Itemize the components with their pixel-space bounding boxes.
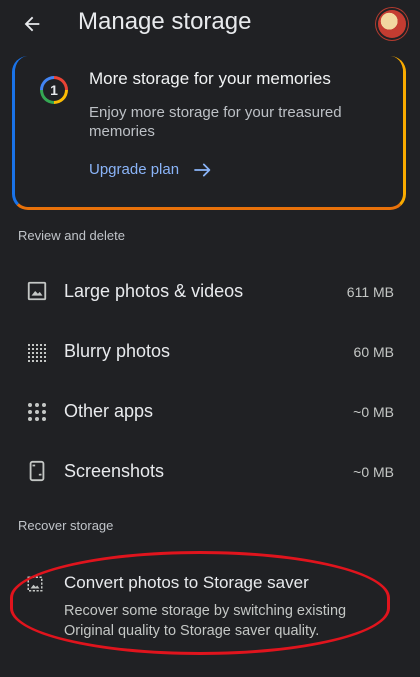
screenshot-icon (29, 460, 45, 482)
list-item-screenshots[interactable]: Screenshots ~0 MB (0, 452, 420, 496)
item-size: 611 MB (346, 284, 394, 300)
item-size: ~0 MB (353, 464, 394, 480)
item-label: Other apps (64, 401, 154, 421)
upgrade-promo-card[interactable]: 1 More storage for your memories Enjoy m… (12, 56, 406, 210)
list-item-other-apps[interactable]: Other apps ~0 MB (0, 392, 420, 436)
page-title: Manage storage (78, 8, 252, 35)
promo-title: More storage for your memories (89, 69, 331, 88)
storage-saver-icon (27, 576, 43, 592)
upgrade-plan-link[interactable]: Upgrade plan (89, 161, 213, 178)
back-button[interactable] (18, 10, 46, 38)
item-size: ~0 MB (353, 404, 394, 420)
item-label: Screenshots (64, 461, 165, 481)
item-label: Large photos & videos (64, 281, 244, 301)
item-size: 60 MB (353, 344, 394, 360)
arrow-back-icon (24, 16, 40, 32)
storage-saver-title: Convert photos to Storage saver (64, 573, 309, 592)
list-item-large-photos[interactable]: Large photos & videos 611 MB (0, 272, 420, 316)
badge-number: 1 (43, 79, 65, 101)
section-heading-review: Review and delete (18, 228, 125, 243)
item-label: Blurry photos (64, 341, 171, 361)
arrow-forward-icon (194, 163, 211, 176)
app-bar: Manage storage (0, 0, 420, 50)
avatar[interactable] (378, 10, 406, 38)
photo-icon (27, 281, 47, 301)
promo-description: Enjoy more storage for your treasured me… (89, 104, 342, 140)
section-heading-recover: Recover storage (18, 518, 114, 533)
storage-saver-description: Recover some storage by switching existi… (64, 603, 347, 639)
list-item-blurry-photos[interactable]: Blurry photos 60 MB (0, 332, 420, 376)
apps-grid-icon (28, 403, 50, 425)
storage-badge-icon: 1 (40, 76, 68, 104)
upgrade-plan-label: Upgrade plan (89, 161, 180, 178)
blur-icon (28, 344, 50, 366)
